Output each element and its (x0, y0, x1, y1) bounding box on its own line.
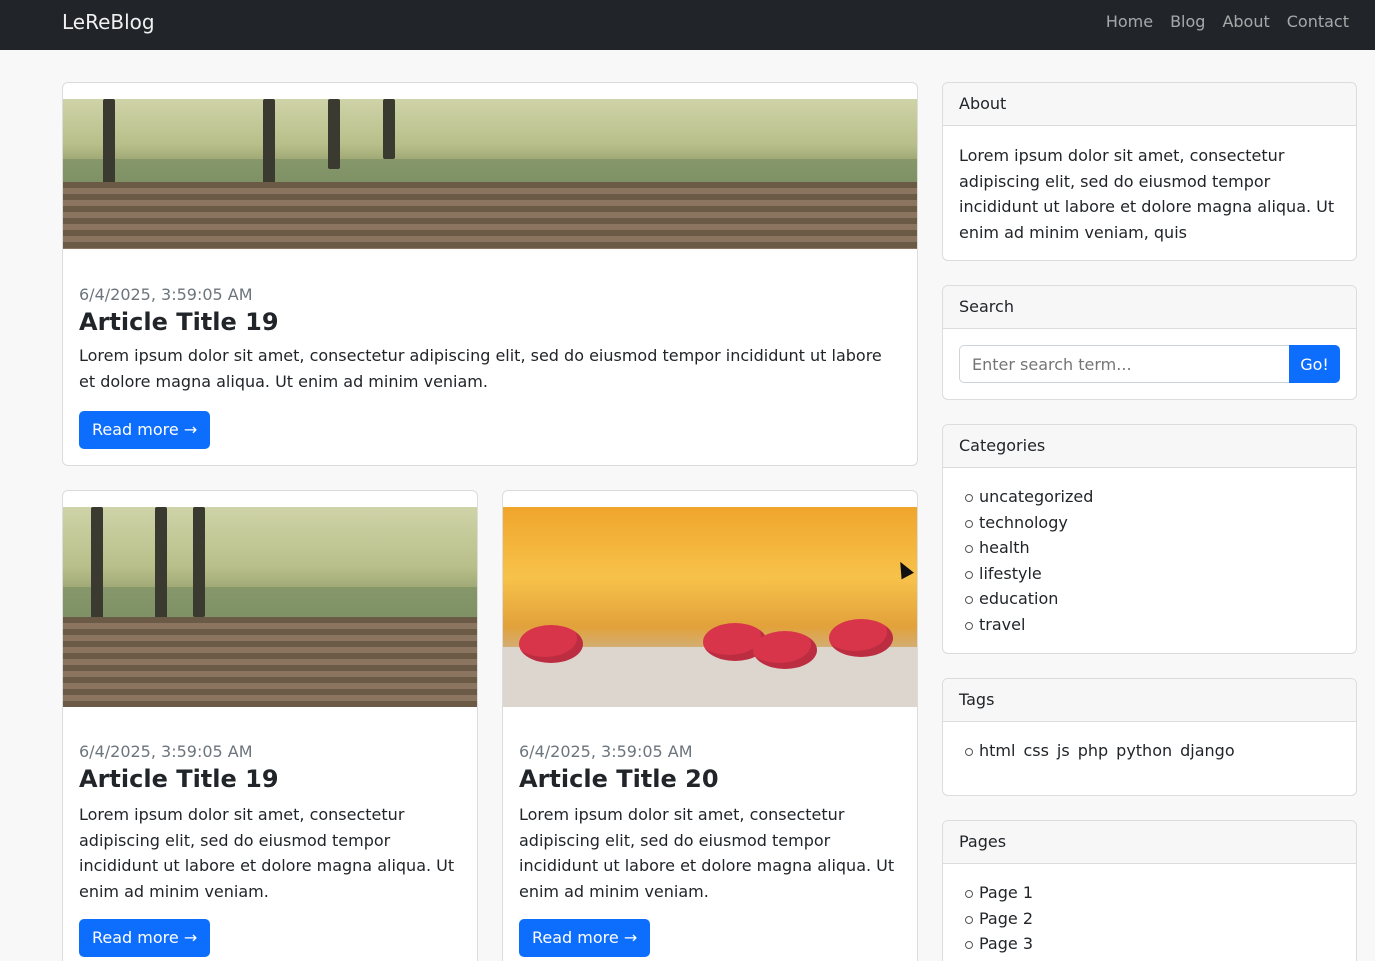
categories-heading: Categories (943, 425, 1356, 468)
tag-link[interactable]: html (979, 738, 1015, 764)
categories-widget: Categories uncategorized technology heal… (942, 424, 1357, 654)
post-title[interactable]: Article Title 19 (79, 307, 279, 337)
post-excerpt: Lorem ipsum dolor sit amet, consectetur … (519, 805, 895, 901)
read-more-button[interactable]: Read more → (79, 411, 211, 449)
about-widget: About Lorem ipsum dolor sit amet, consec… (942, 82, 1357, 261)
search-widget: Search Go! (942, 285, 1357, 400)
read-more-button[interactable]: Read more → (79, 919, 211, 957)
post-title[interactable]: Article Title 19 (79, 764, 279, 794)
post-date: 6/4/2025, 3:59:05 AM (79, 742, 253, 761)
nav-link-home[interactable]: Home (1106, 11, 1153, 33)
nav-link-blog[interactable]: Blog (1170, 11, 1205, 33)
tag-link[interactable]: js (1057, 738, 1070, 764)
nav-links: Home Blog About Contact (1089, 11, 1349, 33)
tag-link[interactable]: css (1023, 738, 1048, 764)
tags-list: html css js php python django (959, 738, 1340, 764)
tags-widget: Tags html css js php python django (942, 678, 1357, 796)
category-link[interactable]: lifestyle (963, 561, 1340, 587)
post-image[interactable] (63, 507, 477, 707)
tag-link[interactable]: django (1180, 738, 1235, 764)
image-pole (328, 99, 340, 169)
search-group: Go! (959, 345, 1340, 383)
image-berry (519, 625, 583, 663)
post-excerpt: Lorem ipsum dolor sit amet, consectetur … (79, 805, 455, 901)
image-berry (753, 631, 817, 669)
about-text: Lorem ipsum dolor sit amet, consectetur … (959, 146, 1335, 242)
tag-link[interactable]: php (1078, 738, 1108, 764)
post-card: 6/4/2025, 3:59:05 AM Article Title 20 Lo… (502, 490, 918, 961)
pages-widget: Pages Page 1 Page 2 Page 3 (942, 820, 1357, 961)
category-link[interactable]: uncategorized (963, 484, 1340, 510)
featured-post-card: 6/4/2025, 3:59:05 AM Article Title 19 Lo… (62, 82, 918, 466)
post-date: 6/4/2025, 3:59:05 AM (519, 742, 693, 761)
image-pole (193, 507, 205, 617)
image-track (63, 617, 477, 707)
tags-heading: Tags (943, 679, 1356, 722)
pages-list: Page 1 Page 2 Page 3 (959, 880, 1340, 957)
category-link[interactable]: education (963, 586, 1340, 612)
search-input[interactable] (959, 345, 1289, 383)
category-link[interactable]: travel (963, 612, 1340, 638)
image-berry (829, 619, 893, 657)
featured-post-image[interactable] (63, 99, 917, 249)
post-image[interactable] (503, 507, 917, 707)
categories-list: uncategorized technology health lifestyl… (959, 484, 1340, 638)
brand-logo-link[interactable]: LeReBlog (62, 10, 155, 34)
pages-heading: Pages (943, 821, 1356, 864)
post-date: 6/4/2025, 3:59:05 AM (79, 285, 253, 304)
category-link[interactable]: health (963, 535, 1340, 561)
image-pole (383, 99, 395, 159)
page-link[interactable]: Page 1 (963, 880, 1340, 906)
post-card: 6/4/2025, 3:59:05 AM Article Title 19 Lo… (62, 490, 478, 961)
category-link[interactable]: technology (963, 510, 1340, 536)
image-pole (263, 99, 275, 189)
search-heading: Search (943, 286, 1356, 329)
tag-link[interactable]: python (1116, 738, 1172, 764)
post-excerpt: Lorem ipsum dolor sit amet, consectetur … (79, 346, 882, 391)
read-more-button[interactable]: Read more → (519, 919, 651, 957)
nav-link-contact[interactable]: Contact (1287, 11, 1349, 33)
top-navbar: LeReBlog Home Blog About Contact (0, 0, 1375, 50)
image-track (63, 181, 917, 249)
page-link[interactable]: Page 3 (963, 931, 1340, 957)
about-heading: About (943, 83, 1356, 126)
page-link[interactable]: Page 2 (963, 906, 1340, 932)
search-go-button[interactable]: Go! (1289, 345, 1340, 383)
post-title[interactable]: Article Title 20 (519, 764, 719, 794)
nav-link-about[interactable]: About (1222, 11, 1269, 33)
